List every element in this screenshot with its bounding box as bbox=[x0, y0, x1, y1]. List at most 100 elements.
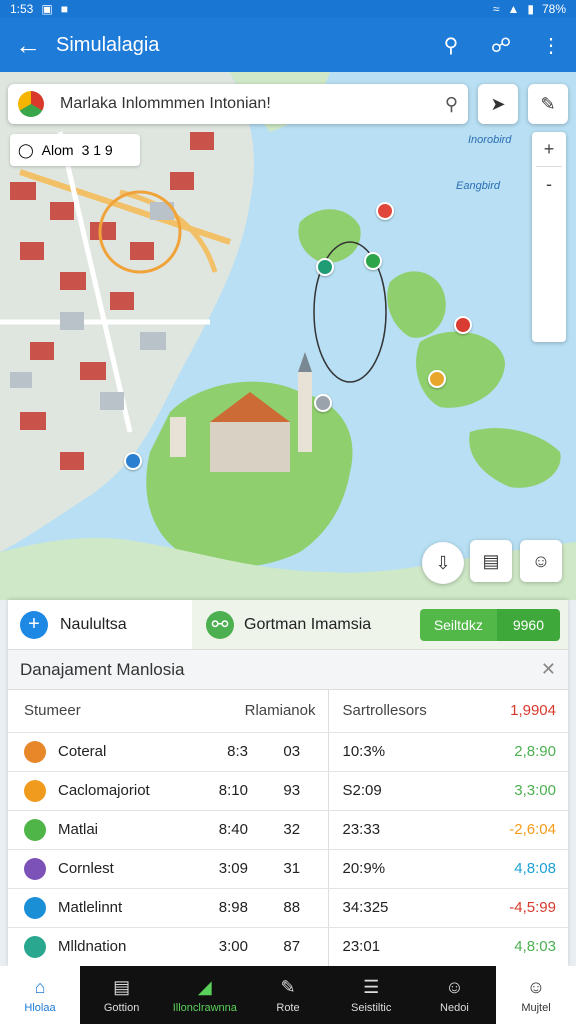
tab-label: Gortman Imamsia bbox=[244, 615, 372, 633]
row-value-b: 87 bbox=[256, 927, 329, 967]
clock-icon: ◯ bbox=[18, 141, 34, 158]
nav-item-seistiltic[interactable]: ☰ Seistiltic bbox=[330, 966, 413, 1024]
map-search-bar[interactable]: ⚲ bbox=[8, 84, 468, 124]
profile-icon: ☺ bbox=[526, 976, 546, 997]
status-bar: 1:53 ▣ ■ ≈ ▲ ▮ 78% bbox=[0, 0, 576, 18]
select-button[interactable]: Seiltdkz bbox=[419, 608, 497, 641]
table-row[interactable]: Coteral 8:3 03 10:3% 2,8:90 bbox=[8, 732, 568, 772]
category-icon bbox=[24, 896, 46, 919]
document-icon: ▤ bbox=[113, 976, 131, 997]
zoom-control: + - bbox=[532, 132, 566, 342]
page-title: Simulalagia bbox=[56, 33, 160, 56]
edit-icon[interactable]: ✎ bbox=[528, 84, 568, 124]
row-value-a: 8:3 bbox=[192, 732, 256, 772]
nav-label: Nedoi bbox=[440, 1001, 469, 1014]
poi-pin-icon[interactable] bbox=[124, 452, 142, 470]
poi-pin-icon[interactable] bbox=[428, 370, 446, 388]
column-header[interactable]: Rlamianok bbox=[192, 690, 329, 733]
share-icon[interactable]: ☍ bbox=[476, 33, 526, 58]
row-value-d: 4,8:03 bbox=[448, 927, 568, 967]
signal-icon: ▲ bbox=[507, 2, 520, 16]
row-value-d: -2,6:04 bbox=[448, 810, 568, 850]
scale-label: Alom bbox=[41, 142, 74, 158]
layers-icon[interactable]: ▤ bbox=[470, 540, 512, 582]
camera-icon: ▣ bbox=[41, 2, 53, 16]
nav-item-illonclrawnna[interactable]: ◢ Illonclrawnna bbox=[163, 966, 246, 1024]
user-icon[interactable]: ☺ bbox=[520, 540, 562, 582]
table-row[interactable]: Cornlest 3:09 31 20:9% 4,8:08 bbox=[8, 849, 568, 889]
row-name-cell: Mlldnation bbox=[8, 927, 192, 967]
list-icon: ☰ bbox=[363, 976, 380, 997]
column-header[interactable]: Sartrollesors bbox=[328, 690, 448, 733]
nav-home[interactable]: ⌂ Hlolaa bbox=[0, 966, 80, 1024]
row-value-a: 3:09 bbox=[192, 849, 256, 889]
poi-pin-icon[interactable] bbox=[364, 252, 382, 270]
row-value-b: 03 bbox=[256, 732, 329, 772]
nav-label: Seistiltic bbox=[351, 1001, 392, 1014]
poi-pin-icon[interactable] bbox=[376, 202, 394, 220]
column-header[interactable]: Stumeer bbox=[8, 690, 192, 733]
person-icon: ☺ bbox=[445, 976, 464, 997]
row-name-cell: Matlai bbox=[8, 810, 192, 850]
search-input[interactable] bbox=[60, 95, 445, 113]
category-icon bbox=[24, 935, 46, 958]
battery-icon: ▮ bbox=[527, 2, 534, 16]
row-value-a: 8:10 bbox=[192, 771, 256, 811]
row-value-a: 8:98 bbox=[192, 888, 256, 928]
sheet-title: Danajament Manlosia bbox=[20, 659, 185, 679]
row-value-b: 88 bbox=[256, 888, 329, 928]
download-icon[interactable]: ⇩ bbox=[422, 542, 464, 584]
search-icon[interactable]: ⚲ bbox=[426, 33, 476, 58]
row-name: Matlelinnt bbox=[58, 899, 123, 916]
arrow-left-icon[interactable]: ← bbox=[0, 30, 56, 61]
nav-label: Illonclrawnna bbox=[172, 1001, 237, 1014]
row-value-c: 34:325 bbox=[328, 888, 448, 928]
row-value-d: 3,3:00 bbox=[448, 771, 568, 811]
poi-pin-icon[interactable] bbox=[316, 258, 334, 276]
tab-gortman[interactable]: ⚯ Gortman Imamsia Seiltdkz 9960 bbox=[192, 600, 568, 649]
poi-pin-icon[interactable] bbox=[454, 316, 472, 334]
battery-level: 78% bbox=[541, 2, 566, 16]
row-value-c: S2:09 bbox=[328, 771, 448, 811]
table-row[interactable]: Mlldnation 3:00 87 23:01 4,8:03 bbox=[8, 927, 568, 967]
row-value-c: 23:33 bbox=[328, 810, 448, 850]
nav-label: Mujtel bbox=[521, 1001, 551, 1014]
wifi-icon: ≈ bbox=[492, 2, 500, 16]
location-pin-icon[interactable] bbox=[314, 394, 332, 412]
table-header-row: Stumeer Rlamianok Sartrollesors 1,9904 bbox=[8, 690, 568, 733]
row-name: Mlldnation bbox=[58, 938, 127, 955]
data-table: Stumeer Rlamianok Sartrollesors 1,9904 C… bbox=[8, 690, 568, 967]
table-row[interactable]: Caclomajoriot 8:10 93 S2:09 3,3:00 bbox=[8, 771, 568, 811]
nav-item-gottion[interactable]: ▤ Gottion bbox=[80, 966, 163, 1024]
table-row[interactable]: Matlelinnt 8:98 88 34:325 -4,5:99 bbox=[8, 888, 568, 928]
close-icon[interactable]: ✕ bbox=[541, 659, 556, 680]
zoom-out-button[interactable]: - bbox=[532, 167, 566, 201]
app-bar: ← Simulalagia ⚲ ☍ ⋮ bbox=[0, 18, 576, 72]
value-button[interactable]: 9960 bbox=[496, 608, 560, 641]
more-vertical-icon[interactable]: ⋮ bbox=[526, 33, 576, 58]
row-name: Coteral bbox=[58, 743, 107, 760]
nav-item-mujtel[interactable]: ☺ Mujtel bbox=[496, 966, 576, 1024]
row-name: Matlai bbox=[58, 821, 99, 838]
nav-item-nedoi[interactable]: ☺ Nedoi bbox=[413, 966, 496, 1024]
row-value-b: 93 bbox=[256, 771, 329, 811]
search-icon[interactable]: ⚲ bbox=[445, 94, 458, 115]
status-time: 1:53 bbox=[10, 2, 34, 16]
row-value-d: -4,5:99 bbox=[448, 888, 568, 928]
category-icon bbox=[24, 779, 46, 802]
zoom-in-button[interactable]: + bbox=[532, 132, 566, 166]
action-button-group: Seiltdkz 9960 bbox=[419, 608, 560, 641]
chart-icon: ◢ bbox=[197, 976, 212, 997]
notification-icon: ■ bbox=[60, 2, 68, 16]
row-name: Cornlest bbox=[58, 860, 114, 877]
add-icon: + bbox=[20, 610, 48, 639]
column-header[interactable]: 1,9904 bbox=[448, 690, 568, 733]
nav-item-rote[interactable]: ✎ Rote bbox=[246, 966, 329, 1024]
row-value-c: 10:3% bbox=[328, 732, 448, 772]
table-row[interactable]: Matlai 8:40 32 23:33 -2,6:04 bbox=[8, 810, 568, 850]
directions-icon[interactable]: ➤ bbox=[478, 84, 518, 124]
tab-label: Naulultsa bbox=[60, 615, 127, 633]
tab-naulultsa[interactable]: + Naulultsa bbox=[8, 600, 192, 649]
bottom-navigation: ⌂ Hlolaa ▤ Gottion ◢ Illonclrawnna ✎ Rot… bbox=[0, 966, 576, 1024]
row-name-cell: Coteral bbox=[8, 732, 192, 772]
